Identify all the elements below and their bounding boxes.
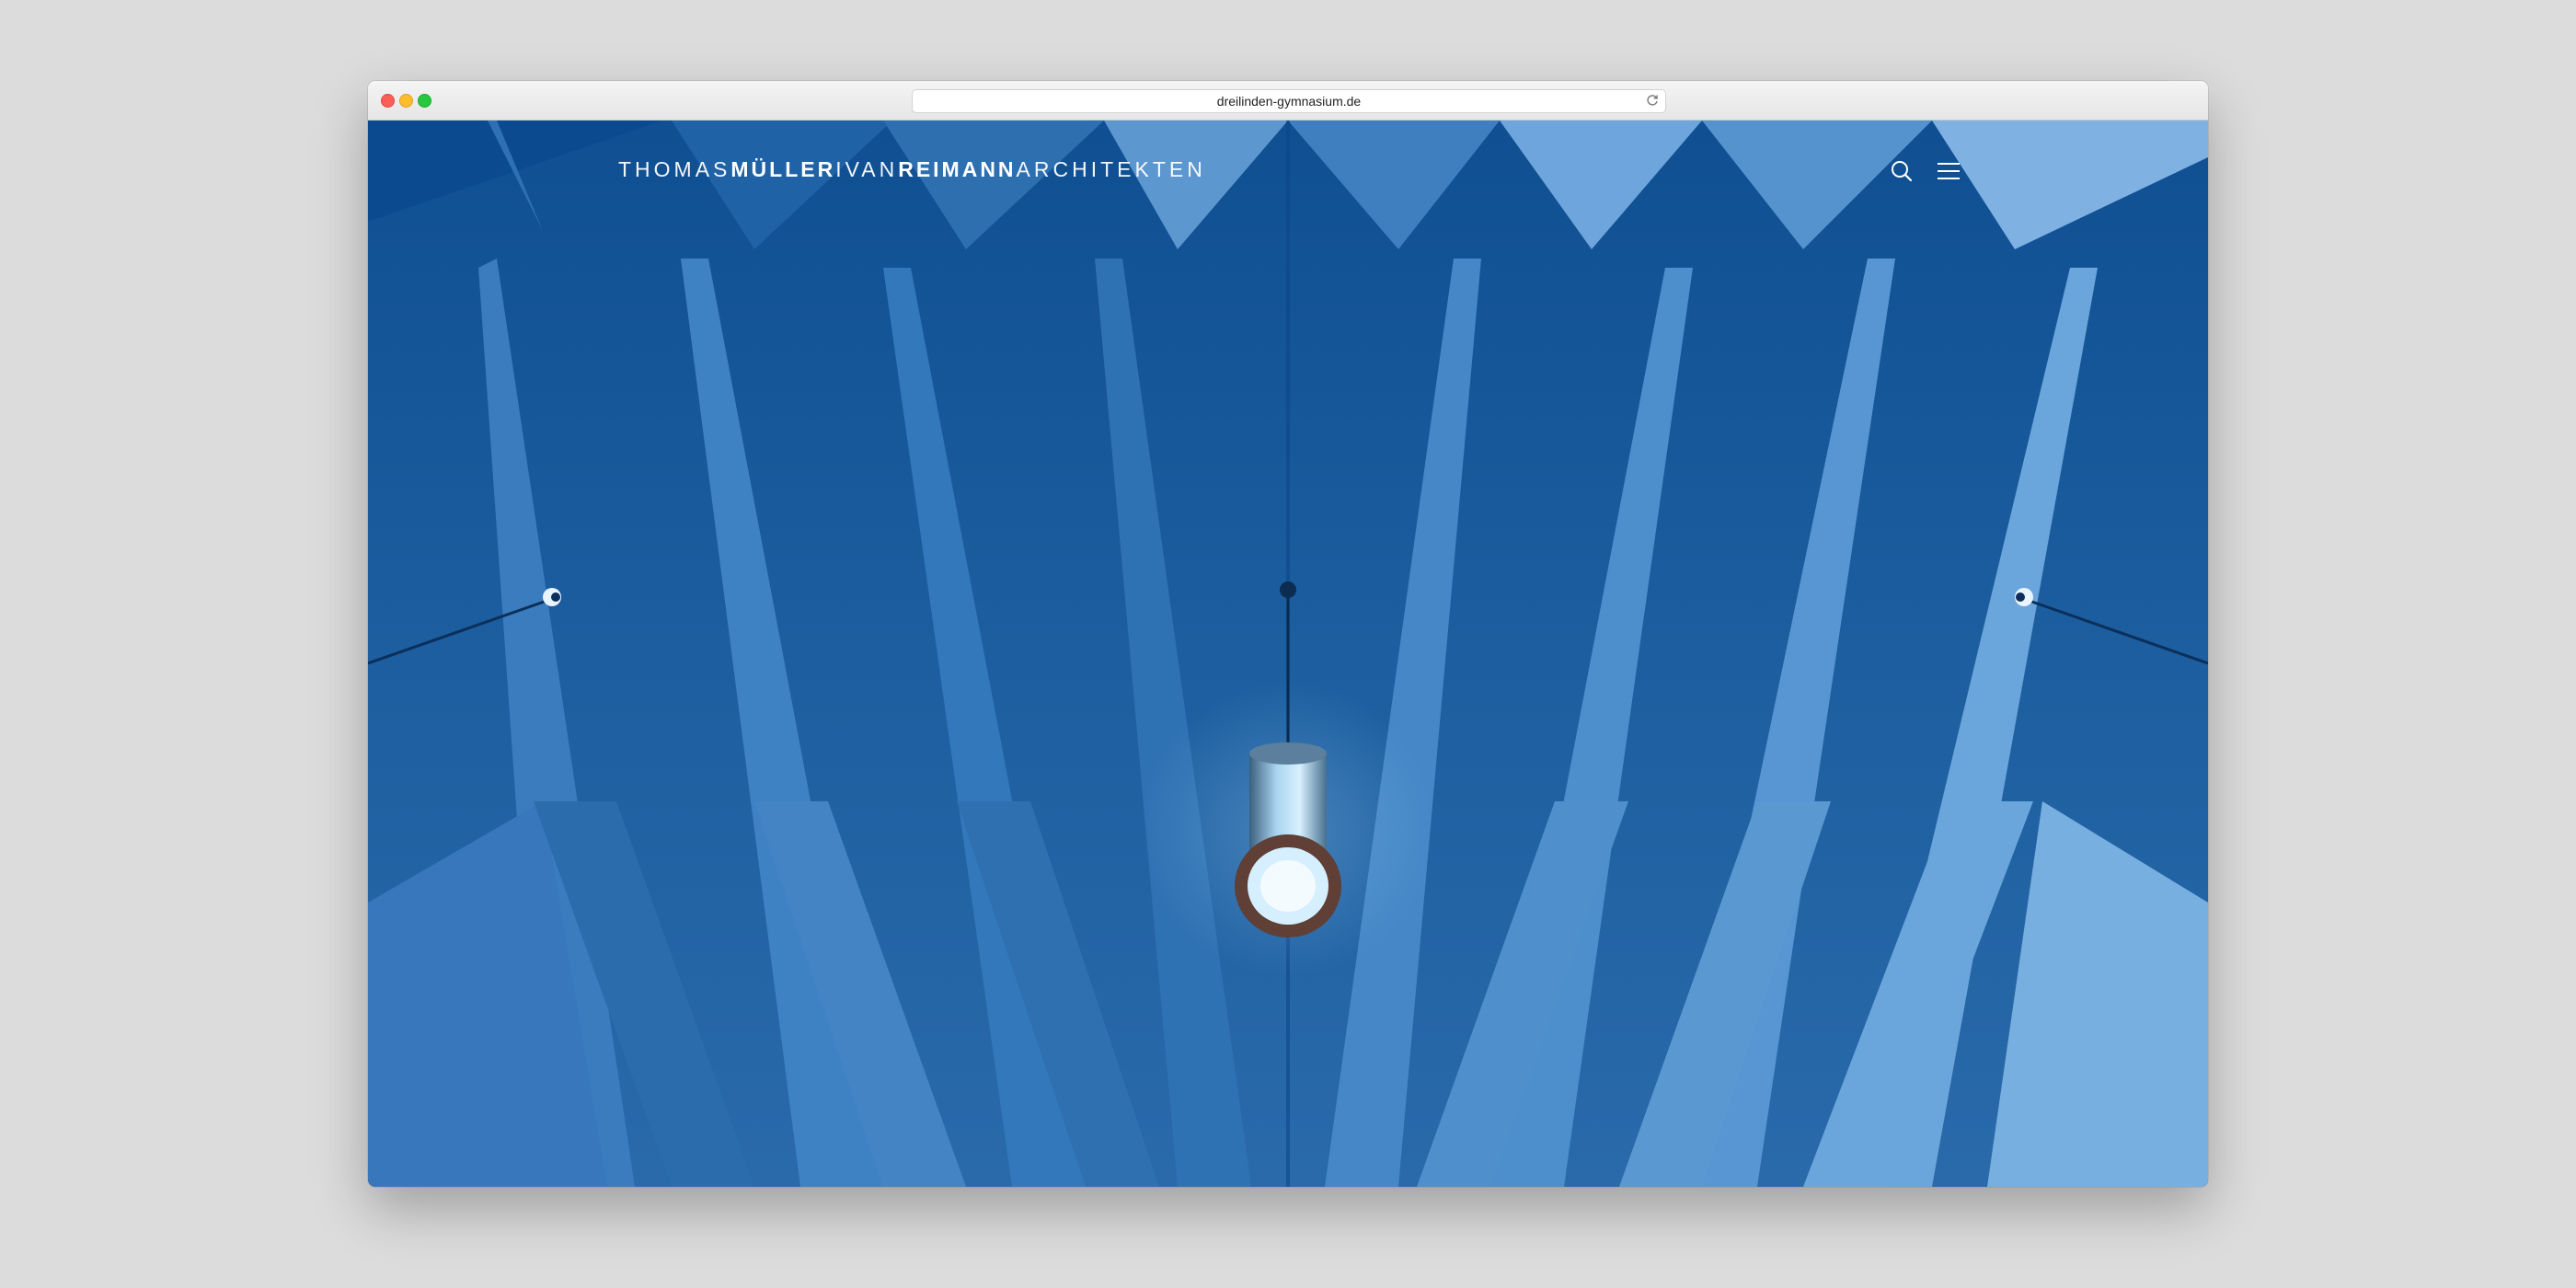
close-window-button[interactable] [381, 94, 395, 108]
address-bar[interactable]: dreilinden-gymnasium.de [912, 89, 1666, 113]
logo-part-reimann: REIMANN [898, 157, 1017, 181]
address-bar-url: dreilinden-gymnasium.de [1216, 94, 1362, 109]
page-content: THOMASMÜLLERIVANREIMANNARCHITEKTEN [368, 121, 2208, 1187]
zoom-window-button[interactable] [418, 94, 431, 108]
browser-titlebar: dreilinden-gymnasium.de [368, 81, 2208, 121]
logo-part-architekten: ARCHITEKTEN [1016, 157, 1206, 181]
hamburger-menu-icon[interactable] [1935, 157, 1962, 185]
site-logo[interactable]: THOMASMÜLLERIVANREIMANNARCHITEKTEN [618, 157, 1206, 182]
logo-part-ivan: IVAN [835, 157, 899, 181]
minimize-window-button[interactable] [399, 94, 413, 108]
logo-part-thomas: THOMAS [618, 157, 731, 181]
search-icon[interactable] [1888, 157, 1915, 185]
reload-icon[interactable] [1645, 93, 1660, 108]
hero-image [368, 121, 2208, 1187]
browser-window: dreilinden-gymnasium.de THOMASMÜLLERIVAN… [368, 81, 2208, 1187]
logo-part-mueller: MÜLLER [730, 157, 836, 181]
